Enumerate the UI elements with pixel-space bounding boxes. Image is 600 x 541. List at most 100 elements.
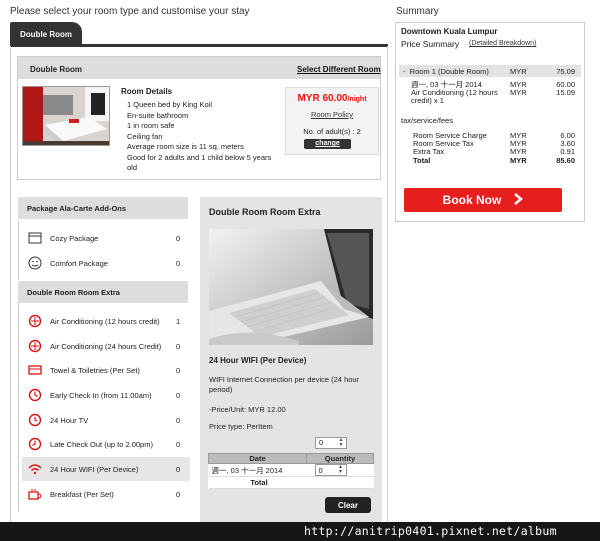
list-item-wifi[interactable]: 24 Hour WIFI (Per Device) 0	[22, 457, 190, 481]
tax-line-amount: 0.91	[560, 147, 575, 156]
item-qty: 0	[176, 489, 181, 499]
table-row: 週一, 03 十一月 2014 0 ▲ ▼	[208, 463, 374, 477]
room-price: MYR 60.00/night	[285, 93, 379, 104]
item-qty: 0	[176, 390, 181, 400]
item-label: Breakfast (Per Set)	[50, 489, 114, 499]
room-detail-item: Average room size is 11 sq. meters	[127, 142, 244, 151]
item-qty: 0	[176, 258, 181, 268]
item-qty: 0	[176, 365, 181, 375]
spinner-arrows-icon[interactable]: ▲ ▼	[337, 438, 345, 448]
item-qty: 0	[176, 439, 181, 449]
summary-heading: Summary	[396, 6, 439, 17]
quantity-stepper-row[interactable]: 0 ▲ ▼	[314, 464, 347, 476]
aircon-icon	[26, 339, 44, 353]
item-qty: 1	[176, 316, 181, 326]
item-label: Air Conditioning (12 hours credit)	[50, 316, 160, 326]
col-date: Date	[208, 453, 307, 464]
item-qty: 0	[176, 464, 181, 474]
quantity-value: 0	[318, 465, 323, 475]
extra-item-price: -Price/Unit: MYR 12.00	[209, 405, 286, 414]
item-label: Late Check Out (up to 2.00pm)	[50, 439, 153, 449]
tax-line-cur: MYR	[510, 147, 527, 156]
price-summary-label: Price Summary	[401, 39, 460, 49]
list-item-early-checkin[interactable]: Early Check In (from 11.00am) 0	[22, 383, 190, 407]
list-item-breakfast[interactable]: Breakfast (Per Set) 0	[22, 482, 190, 506]
total-line-amount: 85.60	[556, 156, 575, 165]
room-line-amount: 75.09	[556, 67, 575, 76]
wifi-icon	[26, 462, 44, 476]
room-detail-item: Good for 2 adults and 1 child below 5 ye…	[127, 152, 272, 173]
quantity-table: Date Quantity 週一, 03 十一月 2014 0 ▲ ▼ Total	[208, 453, 374, 489]
item-qty: 0	[176, 233, 181, 243]
tax-label: tax/service/fees	[401, 116, 454, 125]
spinner-arrows-icon[interactable]: ▲ ▼	[337, 465, 345, 475]
row-qty-cell: 0 ▲ ▼	[306, 463, 374, 477]
table-row-total: Total	[208, 476, 374, 489]
room-detail-item: En-suite bathroom	[127, 110, 189, 120]
watermark-text: http://anitrip0401.pixnet.net/album	[304, 524, 557, 538]
extra-item-price-type: Price type: PerItem	[209, 422, 273, 431]
calendar-icon	[26, 231, 44, 245]
list-item-comfort-package[interactable]: Comfort Package 0	[22, 251, 190, 275]
room-photo	[22, 86, 110, 146]
item-label: 24 Hour WIFI (Per Device)	[50, 464, 139, 474]
extra-panel-title: Double Room Room Extra	[209, 207, 321, 217]
select-different-room-link[interactable]: Select Different Room	[297, 65, 381, 74]
room-line-cur: MYR	[510, 67, 527, 76]
detailed-breakdown-link[interactable]: (Detailed Breakdown)	[469, 40, 536, 47]
breakfast-icon	[26, 487, 44, 501]
item-qty: 0	[176, 341, 181, 351]
total-line-label: Total	[413, 156, 431, 165]
aircon-line-label: Air Conditioning (12 hours credit) x 1	[411, 88, 498, 105]
list-item-towel[interactable]: Towel & Toiletries (Per Set) 0	[22, 358, 190, 382]
page-heading: Please select your room type and customi…	[10, 6, 250, 17]
list-item-24h-tv[interactable]: 24 Hour TV 0	[22, 408, 190, 432]
room-details-label: Room Details	[121, 87, 173, 96]
clear-button[interactable]: Clear	[325, 497, 371, 513]
list-item-cozy-package[interactable]: Cozy Package 0	[22, 226, 190, 250]
list-item-aircon-24h[interactable]: Air Conditioning (24 hours Credit) 0	[22, 334, 190, 358]
room-line-label: - Room 1 (Double Room)	[403, 67, 489, 76]
room-price-unit: /night	[347, 96, 367, 103]
room-title: Double Room	[30, 65, 82, 74]
quantity-value: 0	[319, 438, 324, 447]
smiley-icon	[26, 256, 44, 270]
room-detail-item: 1 in room safe	[127, 121, 175, 130]
item-label: Comfort Package	[50, 258, 108, 268]
clock-icon	[26, 437, 44, 451]
hotel-name: Downtown Kuala Lumpur	[401, 27, 498, 36]
adults-count: No. of adult(s) : 2	[303, 127, 361, 136]
aircon-line-cur: MYR	[510, 88, 527, 97]
laptop-photo	[209, 229, 373, 345]
item-label: 24 Hour TV	[50, 415, 89, 425]
aircon-line-amount: 15.09	[556, 88, 575, 97]
towel-icon	[26, 363, 44, 377]
tv-icon	[26, 413, 44, 427]
tax-line-label: Extra Tax	[413, 147, 445, 156]
aircon-icon	[26, 314, 44, 328]
room-line-text: Room 1 (Double Room)	[409, 67, 489, 76]
room-price-value: MYR 60.00	[297, 93, 348, 104]
row-date: 週一, 03 十一月 2014	[208, 463, 307, 477]
extra-item-description: WIFI Internet Connection per device (24 …	[209, 375, 360, 394]
item-label: Early Check In (from 11.00am)	[50, 390, 152, 400]
item-label: Air Conditioning (24 hours Credit)	[50, 341, 162, 351]
col-quantity: Quantity	[306, 453, 374, 464]
package-addons-header: Package Ala-Carte Add-Ons	[18, 197, 188, 219]
room-extra-header: Double Room Room Extra	[18, 281, 188, 303]
item-qty: 0	[176, 415, 181, 425]
book-now-label: Book Now	[442, 193, 502, 207]
total-label: Total	[208, 476, 307, 489]
extra-item-title: 24 Hour WIFI (Per Device)	[209, 356, 307, 365]
book-now-button[interactable]: Book Now	[404, 188, 562, 212]
list-item-late-checkout[interactable]: Late Check Out (up to 2.00pm) 0	[22, 432, 190, 456]
room-details-list: 1 Queen bed by King Koil En-suite bathro…	[127, 100, 277, 174]
total-line-cur: MYR	[510, 156, 527, 165]
list-item-aircon-12h[interactable]: Air Conditioning (12 hours credit) 1	[22, 309, 190, 333]
tab-double-room[interactable]: Double Room	[10, 22, 82, 46]
change-button[interactable]: change	[304, 139, 351, 149]
item-label: Towel & Toiletries (Per Set)	[50, 365, 140, 375]
quantity-stepper-all[interactable]: 0 ▲ ▼	[315, 437, 347, 449]
room-policy-link[interactable]: Room Policy	[285, 110, 379, 119]
chevron-right-icon	[513, 192, 524, 208]
